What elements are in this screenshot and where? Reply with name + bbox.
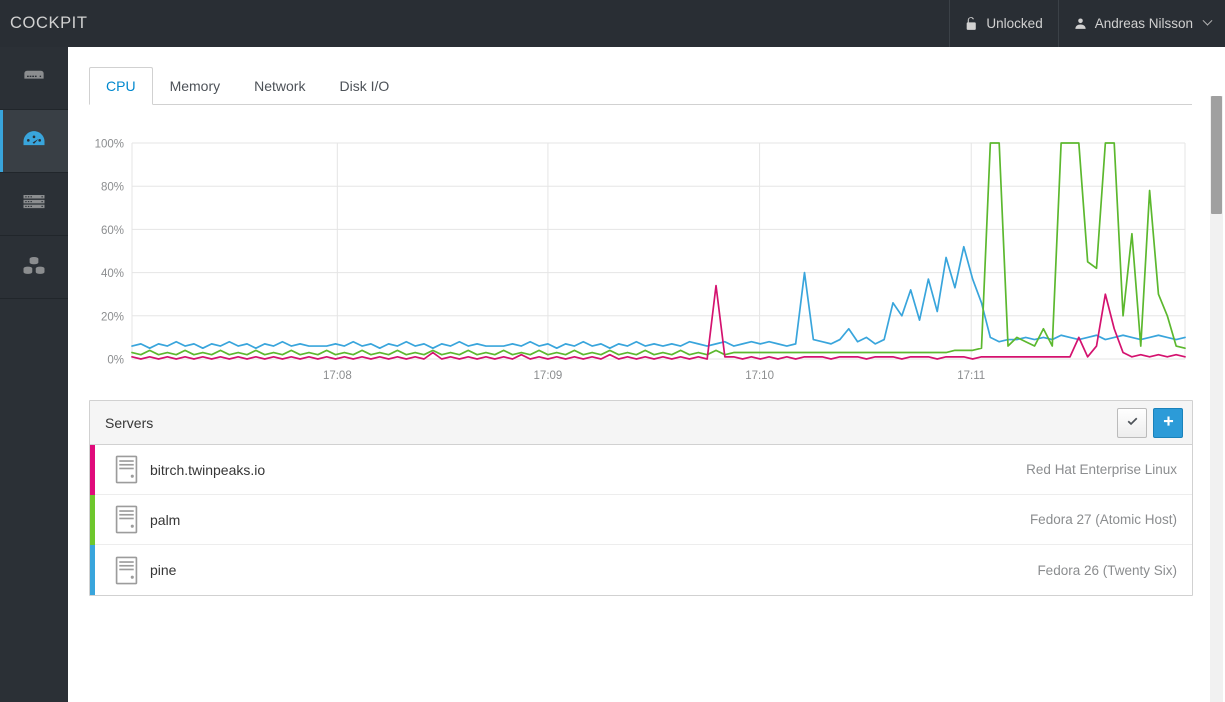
servers-list: bitrch.twinpeaks.io Red Hat Enterprise L…	[90, 445, 1192, 595]
dashboard-gauge-icon	[20, 125, 48, 158]
tab-memory[interactable]: Memory	[153, 67, 238, 105]
server-icon	[20, 62, 48, 95]
panel-actions	[1117, 407, 1183, 438]
tab-bar: CPU Memory Network Disk I/O	[89, 67, 1192, 105]
lock-status[interactable]: Unlocked	[949, 0, 1057, 47]
user-name-label: Andreas Nilsson	[1094, 16, 1193, 31]
row-color-bar	[90, 495, 95, 545]
svg-text:17:09: 17:09	[534, 370, 563, 382]
vertical-scrollbar[interactable]	[1210, 96, 1223, 702]
row-color-bar	[90, 545, 95, 595]
check-icon	[1126, 415, 1139, 431]
server-rack-icon	[20, 188, 48, 221]
svg-text:100%: 100%	[95, 139, 124, 151]
server-os: Red Hat Enterprise Linux	[1026, 462, 1177, 477]
svg-text:17:11: 17:11	[957, 370, 985, 382]
database-icon	[20, 251, 48, 284]
servers-panel: Servers bitrch.twinpeaks.io Red Hat Ente…	[89, 400, 1193, 596]
row-color-bar	[90, 445, 95, 495]
tab-network[interactable]: Network	[237, 67, 322, 105]
lock-status-label: Unlocked	[986, 16, 1043, 31]
user-icon	[1074, 16, 1087, 31]
server-os: Fedora 26 (Twenty Six)	[1037, 562, 1177, 578]
svg-text:0%: 0%	[107, 355, 124, 367]
tab-cpu[interactable]: CPU	[89, 67, 153, 105]
plus-icon	[1162, 415, 1175, 431]
server-os: Fedora 27 (Atomic Host)	[1029, 512, 1177, 527]
table-row[interactable]: palm Fedora 27 (Atomic Host)	[90, 495, 1192, 545]
cpu-usage-chart: 0% 20% 40% 60% 80% 100% 17:08 17:09 17:10 17:11	[90, 131, 1192, 386]
server-icon	[111, 555, 142, 586]
svg-text:80%: 80%	[101, 182, 124, 194]
sidebar-item-dashboard[interactable]	[0, 110, 68, 173]
chart-canvas: 0% 20% 40% 60% 80% 100% 17:08 17:09 17:10 17:11	[95, 139, 1186, 382]
tab-disk-io[interactable]: Disk I/O	[322, 67, 406, 105]
table-row[interactable]: bitrch.twinpeaks.io Red Hat Enterprise L…	[90, 445, 1192, 495]
svg-text:20%: 20%	[101, 311, 124, 323]
svg-text:17:08: 17:08	[323, 370, 352, 382]
server-name: palm	[150, 511, 181, 528]
top-bar: COCKPIT Unlocked Andreas Nilsson	[0, 0, 1225, 47]
panel-title: Servers	[105, 414, 154, 431]
svg-text:40%: 40%	[101, 268, 124, 280]
check-button[interactable]	[1117, 407, 1147, 438]
server-icon	[111, 504, 142, 535]
add-server-button[interactable]	[1153, 407, 1183, 438]
main-content: CPU Memory Network Disk I/O 0% 20% 40% 60% 8…	[68, 47, 1225, 702]
unlock-icon	[965, 16, 978, 31]
app-brand: COCKPIT	[10, 14, 88, 32]
server-name: pine	[150, 562, 177, 578]
scrollbar-thumb[interactable]	[1211, 96, 1222, 214]
chevron-down-icon	[1202, 15, 1213, 26]
sidebar	[0, 47, 68, 702]
table-row[interactable]: pine Fedora 26 (Twenty Six)	[90, 545, 1192, 595]
svg-text:60%: 60%	[101, 225, 124, 237]
sidebar-item-servers[interactable]	[0, 173, 68, 236]
sidebar-item-server[interactable]	[0, 47, 68, 110]
server-name: bitrch.twinpeaks.io	[150, 461, 266, 478]
server-icon	[111, 454, 142, 485]
svg-text:17:10: 17:10	[745, 370, 774, 382]
sidebar-item-storage[interactable]	[0, 236, 68, 299]
user-menu[interactable]: Andreas Nilsson	[1057, 0, 1225, 47]
servers-panel-header: Servers	[90, 401, 1192, 445]
